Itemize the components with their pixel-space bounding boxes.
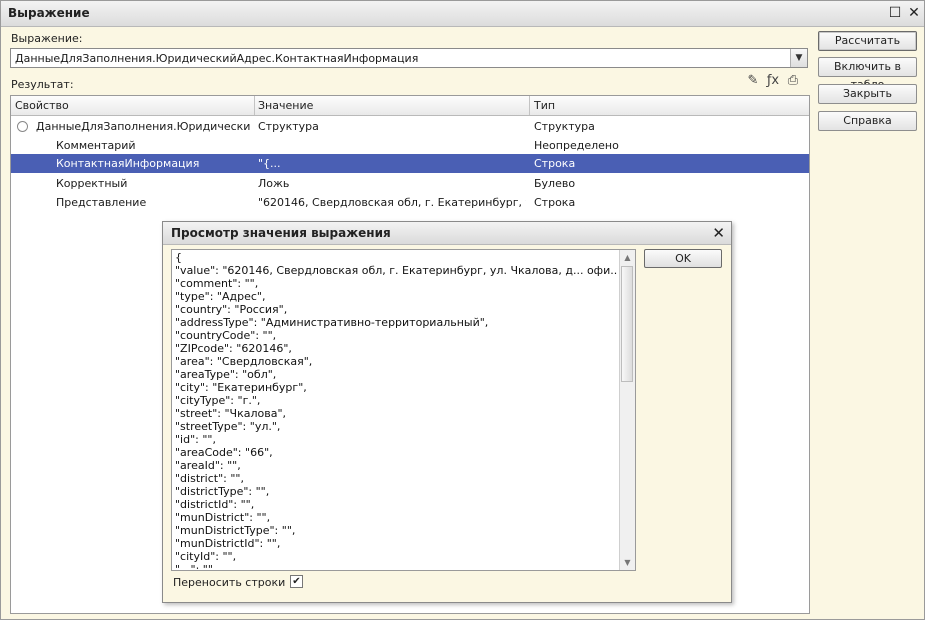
add-to-table-button[interactable]: Включить в табло [818,57,917,91]
column-header-type[interactable]: Тип [534,99,555,112]
calculate-button[interactable]: Рассчитать [818,31,917,51]
cell-value: Ложь [258,177,290,190]
expression-input[interactable]: ДанныеДляЗаполнения.ЮридическийАдрес.Кон… [10,48,808,68]
close-icon[interactable]: ✕ [906,5,922,21]
cell-property: ДанныеДляЗаполнения.ЮридическийАд... [36,120,251,133]
chevron-down-icon[interactable]: ▼ [790,49,807,67]
scroll-down-icon[interactable]: ▼ [620,555,635,570]
function-icon[interactable]: ƒx [763,73,783,91]
expression-label: Выражение: [11,32,83,45]
vertical-scrollbar[interactable]: ▲ ▼ [619,250,635,570]
ok-button[interactable]: OK [644,249,722,268]
expression-value: ДанныеДляЗаполнения.ЮридическийАдрес.Кон… [15,52,419,65]
table-row[interactable]: Корректный Ложь Булево [11,174,809,193]
value-textarea[interactable]: { "value": "620146, Свердловская обл, г.… [171,249,636,571]
table-row[interactable]: ДанныеДляЗаполнения.ЮридическийАд... Стр… [11,117,809,136]
result-toolbar: ✎ ƒx ⎙ [743,73,803,91]
cell-value: "{... [258,157,281,170]
value-view-dialog: Просмотр значения выражения ✕ { "value":… [162,221,732,603]
cell-type: Строка [534,196,576,209]
window-title: Выражение [8,6,90,20]
maximize-icon[interactable]: ☐ [887,5,903,21]
result-label: Результат: [11,78,74,91]
table-header: Свойство Значение Тип [11,96,809,116]
table-row-selected[interactable]: КонтактнаяИнформация "{... Строка [11,154,809,173]
cell-type: Строка [534,157,576,170]
expression-window: Выражение ☐ ✕ Выражение: ДанныеДляЗаполн… [0,0,925,620]
cell-type: Неопределено [534,139,619,152]
close-button[interactable]: Закрыть [818,84,917,104]
cell-property: КонтактнаяИнформация [56,157,200,170]
cell-property: Представление [56,196,147,209]
help-button[interactable]: Справка [818,111,917,131]
wrap-lines-checkbox[interactable]: ✔ [290,575,303,588]
dialog-close-icon[interactable]: ✕ [712,224,725,242]
cell-value: "620146, Свердловская обл, г. Екатеринбу… [258,196,526,209]
cell-property: Корректный [56,177,128,190]
window-titlebar[interactable]: Выражение ☐ ✕ [1,1,924,27]
table-row[interactable]: Представление "620146, Свердловская обл,… [11,193,809,212]
cell-type: Булево [534,177,576,190]
dialog-title: Просмотр значения выражения [171,226,391,240]
cell-property: Комментарий [56,139,136,152]
cell-value: Структура [258,120,319,133]
scroll-thumb[interactable] [621,266,633,382]
column-header-property[interactable]: Свойство [15,99,69,112]
collapse-icon[interactable] [17,121,28,132]
edit-value-icon[interactable]: ✎ [743,73,763,91]
cell-type: Структура [534,120,595,133]
dialog-titlebar[interactable]: Просмотр значения выражения ✕ [163,222,731,245]
print-icon[interactable]: ⎙ [783,73,803,91]
wrap-lines-label: Переносить строки [173,576,286,589]
table-row[interactable]: Комментарий Неопределено [11,136,809,155]
column-header-value[interactable]: Значение [258,99,313,112]
scroll-up-icon[interactable]: ▲ [620,250,635,265]
value-text: { "value": "620146, Свердловская обл, г.… [175,251,617,569]
